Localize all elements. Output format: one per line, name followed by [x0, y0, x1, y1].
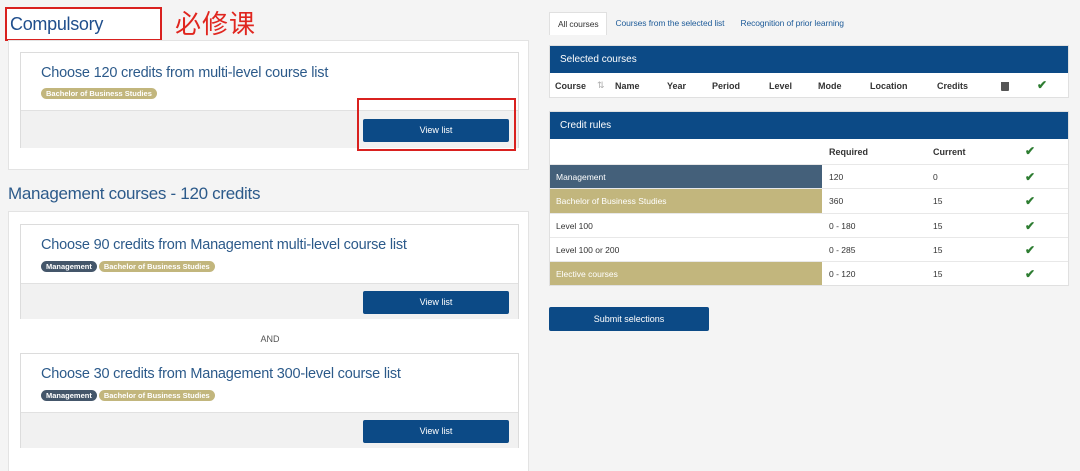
rule-current: 15	[933, 244, 943, 255]
tab-recognition-prior-learning[interactable]: Recognition of prior learning	[732, 12, 851, 35]
tag-bachelor-business-studies: Bachelor of Business Studies	[41, 88, 157, 99]
selected-courses-title: Selected courses	[550, 46, 1068, 73]
course-tabs: All courses Courses from the selected li…	[549, 12, 852, 35]
tag-management: Management	[41, 261, 97, 272]
rule-required: 360	[829, 196, 844, 207]
checkmark-icon: ✔	[1025, 267, 1036, 282]
col-level[interactable]: Level	[769, 81, 792, 91]
rule-required: 0 - 285	[829, 244, 856, 255]
rule-required: 120	[829, 172, 844, 182]
col-credits[interactable]: Credits	[937, 81, 968, 91]
card-footer: View list	[21, 283, 518, 319]
tab-all-courses[interactable]: All courses	[549, 12, 608, 35]
checkmark-icon: ✔	[1025, 144, 1036, 158]
rule-label: Management	[550, 165, 822, 189]
credit-rule-row: Management 120 0 ✔	[550, 164, 1068, 189]
tag-management: Management	[41, 390, 97, 401]
management-section-heading: Management courses - 120 credits	[8, 184, 261, 203]
card-footer: View list	[21, 412, 518, 448]
rule-label: Level 100 or 200	[556, 244, 620, 255]
and-separator: AND	[260, 334, 280, 344]
rule-label: Elective courses	[550, 262, 822, 286]
annotation-label: 必修课	[175, 10, 257, 40]
col-name[interactable]: Name	[615, 81, 640, 91]
checkmark-icon: ✔	[1025, 194, 1036, 209]
checkmark-icon: ✔	[1025, 218, 1036, 233]
view-list-button[interactable]: View list	[363, 420, 509, 443]
management-card-2: Choose 30 credits from Management 300-le…	[20, 353, 519, 448]
credit-rules-panel: Credit rules Required Current ✔ Manageme…	[549, 111, 1069, 286]
view-list-button[interactable]: View list	[363, 291, 509, 314]
tag-bachelor-business-studies: Bachelor of Business Studies	[98, 390, 215, 401]
credit-rule-row: Level 100 or 200 0 - 285 15 ✔	[550, 236, 1068, 261]
rule-current: 15	[933, 269, 943, 280]
col-period[interactable]: Period	[712, 81, 740, 91]
tag-list: Management Bachelor of Business Studies	[41, 261, 215, 272]
credit-rules-title: Credit rules	[550, 112, 1068, 139]
checkmark-icon: ✔	[1025, 170, 1036, 184]
submit-selections-button[interactable]: Submit selections	[549, 307, 709, 331]
checkmark-icon: ✔	[1037, 78, 1048, 92]
col-mode[interactable]: Mode	[818, 81, 842, 91]
rule-current: 15	[933, 220, 943, 231]
rule-label: Level 100	[556, 220, 593, 231]
col-location[interactable]: Location	[870, 81, 908, 91]
col-required: Required	[829, 147, 869, 157]
col-year[interactable]: Year	[667, 81, 686, 91]
compulsory-courses-heading: Compulsory courses	[5, 7, 162, 64]
credit-rule-row: Level 100 0 - 180 15 ✔	[550, 212, 1068, 237]
credit-rules-header-row: Required Current ✔	[550, 139, 1068, 164]
credit-rule-row: Elective courses 0 - 120 15 ✔	[550, 261, 1068, 286]
rule-required: 0 - 120	[829, 269, 856, 280]
tag-list: Bachelor of Business Studies	[41, 88, 157, 99]
rule-current: 0	[933, 172, 938, 182]
annotation-highlight	[357, 98, 516, 151]
tab-courses-from-selected-list[interactable]: Courses from the selected list	[607, 12, 732, 35]
checkmark-icon: ✔	[1025, 242, 1036, 257]
card-title: Choose 30 credits from Management 300-le…	[41, 366, 401, 382]
col-current: Current	[933, 147, 966, 157]
card-title: Choose 90 credits from Management multi-…	[41, 237, 407, 253]
rule-required: 0 - 180	[829, 220, 856, 231]
selected-courses-panel: Selected courses Course ⇅ Name Year Peri…	[549, 45, 1069, 98]
rule-current: 15	[933, 196, 943, 207]
requirements-column: Compulsory courses 必修课 Choose 120 credit…	[0, 0, 540, 471]
trash-icon[interactable]	[1001, 82, 1009, 91]
card-title: Choose 120 credits from multi-level cour…	[41, 65, 329, 81]
sort-icon[interactable]: ⇅	[597, 80, 605, 91]
col-course[interactable]: Course	[555, 81, 586, 91]
tag-list: Management Bachelor of Business Studies	[41, 390, 215, 401]
rule-label: Bachelor of Business Studies	[550, 189, 822, 213]
credit-rule-row: Bachelor of Business Studies 360 15 ✔	[550, 188, 1068, 213]
tag-bachelor-business-studies: Bachelor of Business Studies	[98, 261, 215, 272]
management-card-1: Choose 90 credits from Management multi-…	[20, 224, 519, 319]
selected-courses-header-row: Course ⇅ Name Year Period Level Mode Loc…	[550, 73, 1068, 98]
